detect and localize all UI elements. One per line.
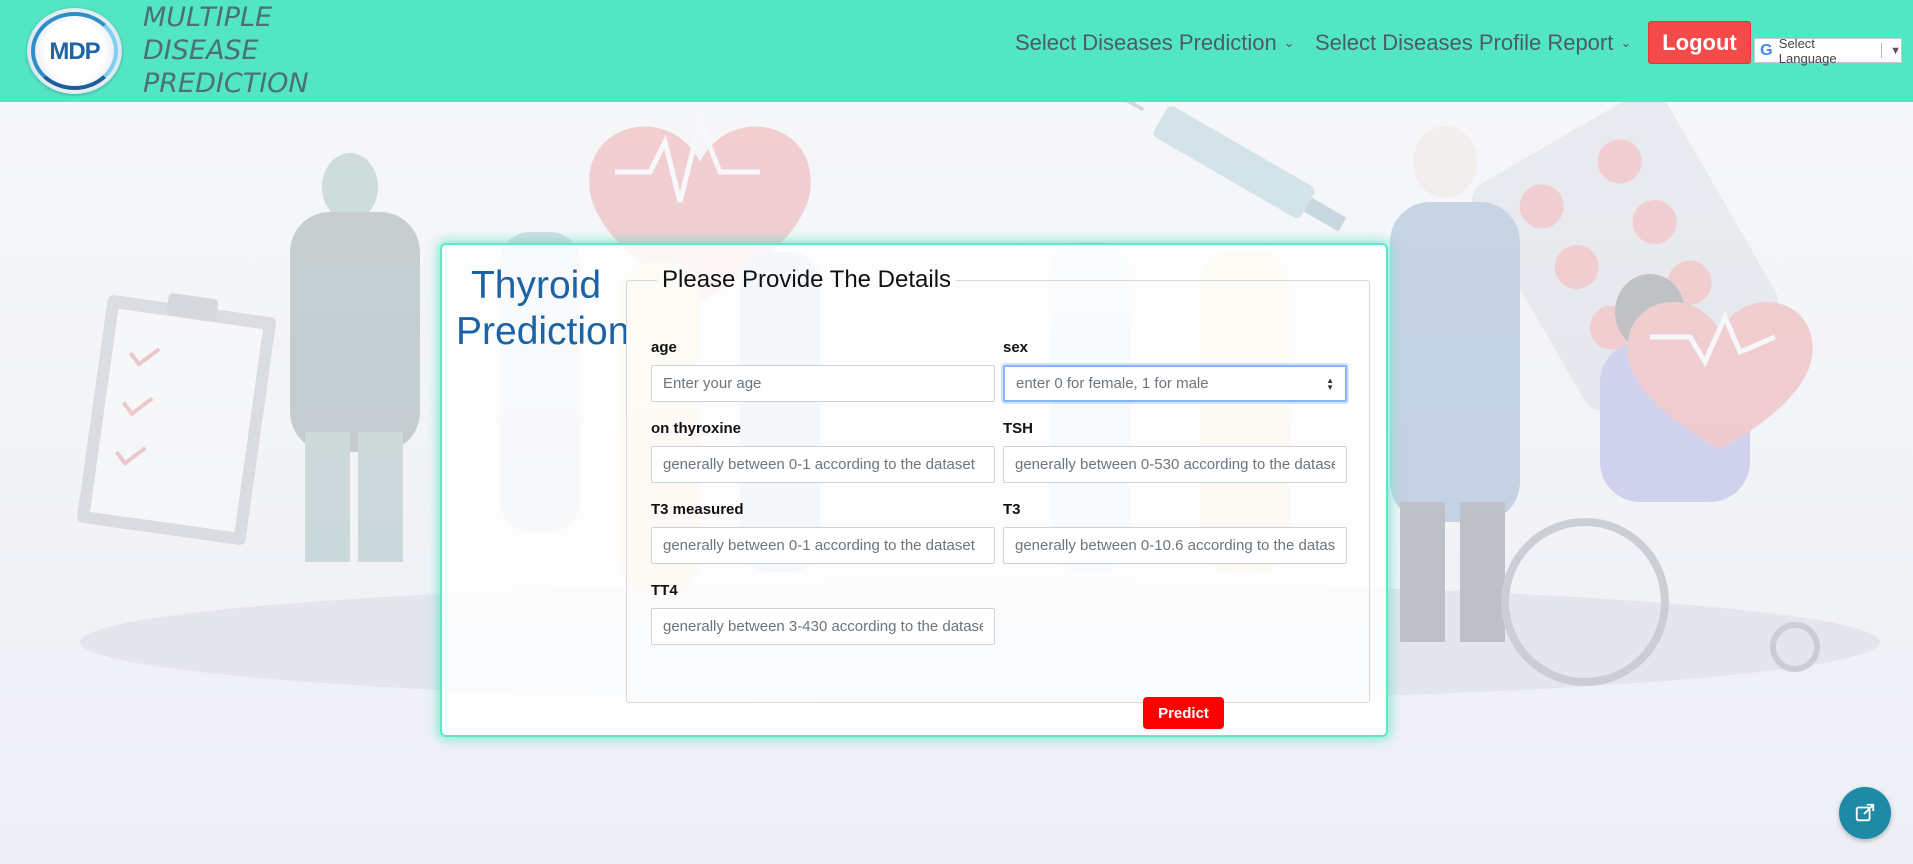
details-fieldset: Please Provide The Details age sex ▲▼ on… (626, 266, 1370, 729)
t3-input[interactable] (1003, 527, 1347, 564)
dropdown-arrow-icon: ▼ (1890, 44, 1901, 57)
number-spinner-icon[interactable]: ▲ ▼ (1326, 377, 1334, 392)
thyroid-prediction-card: Thyroid Prediction Please Provide The De… (440, 243, 1388, 737)
age-label: age (651, 339, 677, 356)
tt4-label: TT4 (651, 582, 678, 599)
logout-button[interactable]: Logout (1648, 21, 1751, 64)
on-thyroxine-input[interactable] (651, 446, 995, 483)
t3-measured-input[interactable] (651, 527, 995, 564)
on-thyroxine-label: on thyroxine (651, 420, 742, 437)
tsh-input[interactable] (1003, 446, 1347, 483)
predict-button[interactable]: Predict (1143, 697, 1224, 729)
field-t3: T3 (1003, 501, 1347, 564)
logo[interactable]: MDP (27, 8, 122, 94)
sex-label: sex (1003, 339, 1029, 356)
t3-label: T3 (1003, 501, 1021, 518)
fieldset-legend: Please Provide The Details (662, 266, 952, 293)
field-sex: sex ▲▼ (1003, 339, 1347, 402)
field-tsh: TSH (1003, 420, 1347, 483)
chevron-down-icon: ⌄ (1620, 35, 1632, 50)
nav-profile-report-label: Select Diseases Profile Report (1315, 30, 1614, 55)
tt4-input[interactable] (651, 608, 995, 645)
divider (1881, 43, 1883, 58)
nav-profile-report-dropdown[interactable]: Select Diseases Profile Report ⌄ (1315, 30, 1631, 56)
language-select[interactable]: G Select Language ▼ (1754, 35, 1902, 66)
field-age: age (651, 339, 995, 402)
sex-input[interactable] (1003, 365, 1347, 402)
nav-disease-prediction-dropdown[interactable]: Select Diseases Prediction ⌄ (1015, 30, 1295, 56)
age-input[interactable] (651, 365, 995, 402)
logo-text: MDP (49, 38, 100, 65)
field-tt4: TT4 (651, 582, 995, 645)
navbar: MDP MULTIPLE DISEASE PREDICTION Select D… (0, 0, 1913, 102)
external-link-button[interactable] (1839, 787, 1891, 839)
field-t3-measured: T3 measured (651, 501, 995, 564)
brand-title: MULTIPLE DISEASE PREDICTION (143, 2, 309, 99)
nav-disease-prediction-label: Select Diseases Prediction (1015, 30, 1277, 55)
google-icon: G (1760, 42, 1773, 59)
tsh-label: TSH (1003, 420, 1033, 437)
page-title: Thyroid Prediction (456, 264, 630, 353)
t3-measured-label: T3 measured (651, 501, 744, 518)
language-select-label: Select Language (1778, 35, 1837, 66)
chevron-down-icon: ⌄ (1283, 35, 1295, 50)
field-on-thyroxine: on thyroxine (651, 420, 995, 483)
external-link-icon (1855, 803, 1875, 822)
